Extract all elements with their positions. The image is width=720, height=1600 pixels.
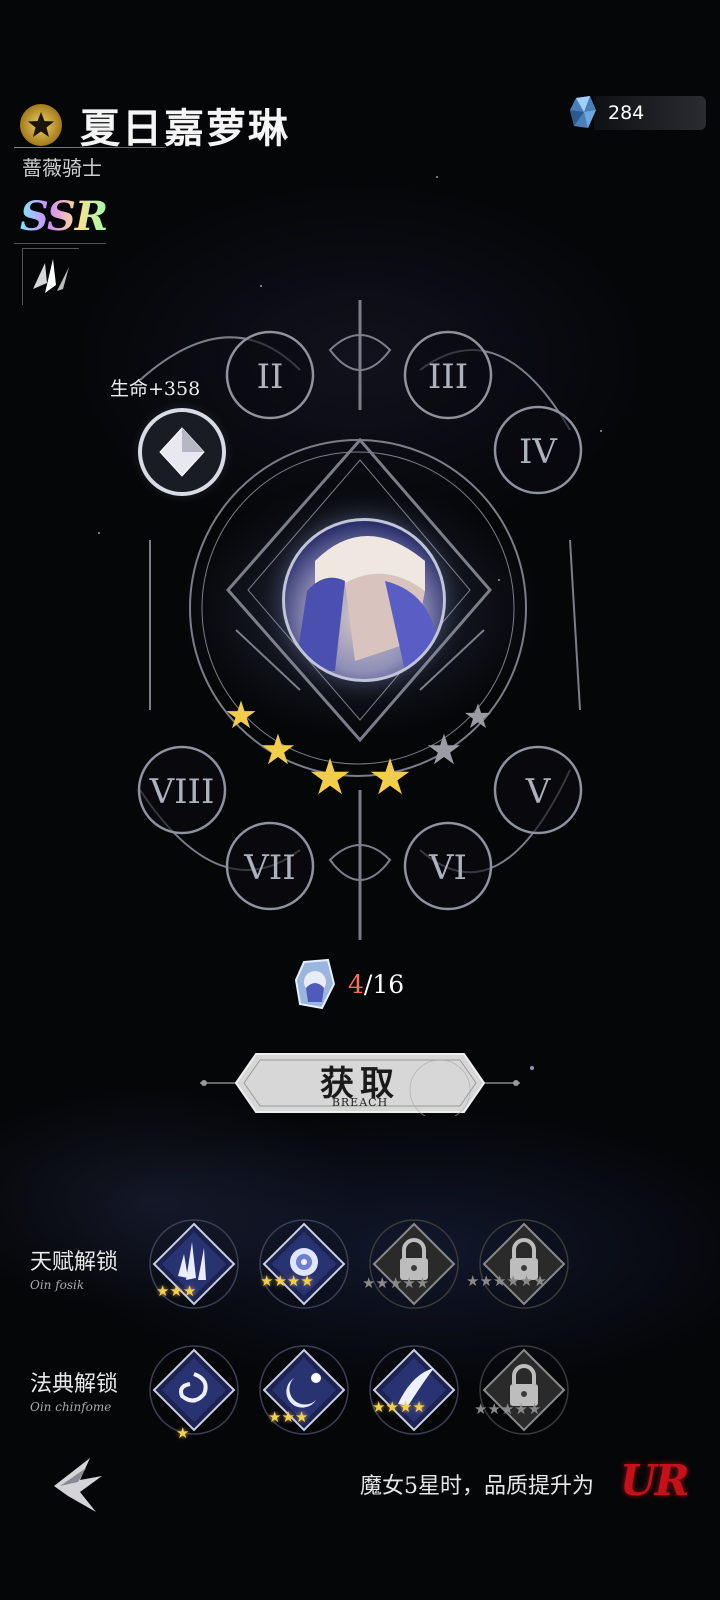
node-label-vi: VI bbox=[428, 848, 467, 888]
fragment-counter: 4/16 bbox=[294, 958, 404, 1010]
talent-unlock-label: 天赋解锁 Oin fosik bbox=[30, 1250, 119, 1292]
sparkle bbox=[530, 1066, 534, 1070]
crystal-currency-icon bbox=[570, 96, 596, 128]
obtain-button-sublabel: BREACH bbox=[331, 1096, 389, 1109]
divider bbox=[14, 147, 166, 148]
codex-skill-3[interactable]: ★★★★ bbox=[368, 1344, 460, 1436]
skill-stars: ★★★★ bbox=[372, 1398, 426, 1416]
sparkle bbox=[436, 176, 438, 178]
character-portrait[interactable] bbox=[282, 518, 446, 682]
promotion-text: 魔女5星时，品质提升为 bbox=[360, 1474, 594, 1499]
star-unlit: ★ bbox=[463, 697, 493, 737]
star-lit: ★ bbox=[308, 748, 353, 806]
node-label-iv: IV bbox=[519, 432, 558, 472]
ur-rarity-badge: UR bbox=[620, 1456, 690, 1505]
sparkle bbox=[260, 285, 262, 287]
node-label-viii: VIII bbox=[149, 772, 215, 812]
node-label-v: V bbox=[525, 772, 552, 812]
codex-skill-2[interactable]: ★★★ bbox=[258, 1344, 350, 1436]
character-shard-icon bbox=[294, 958, 336, 1010]
skill-stars: ★★★★ bbox=[260, 1272, 314, 1290]
codex-skill-4-locked[interactable]: ★★★★★ bbox=[474, 1344, 570, 1436]
node-bonus-label: 生命+358 bbox=[110, 378, 201, 400]
node-label-ii: II bbox=[257, 357, 284, 397]
back-arrow-icon bbox=[54, 1458, 102, 1512]
character-title: 蔷薇骑士 bbox=[22, 156, 102, 180]
skill-stars: ★★★★★ bbox=[474, 1400, 542, 1418]
skill-stars: ★★★★★★ bbox=[466, 1272, 547, 1290]
codex-unlock-label: 法典解锁 Oin chinfome bbox=[30, 1372, 119, 1414]
skill-stars: ★★★ bbox=[268, 1408, 309, 1426]
talent-skill-1[interactable]: ★★★ bbox=[148, 1218, 240, 1310]
obtain-button-wrapper: 获取 BREACH bbox=[200, 1050, 520, 1116]
node-label-vii: VII bbox=[243, 848, 295, 888]
skill-stars: ★★★ bbox=[156, 1282, 197, 1300]
skill-stars: ★★★★★ bbox=[362, 1274, 430, 1292]
star-lit: ★ bbox=[224, 693, 258, 737]
character-name: 夏日嘉萝琳 bbox=[80, 105, 290, 152]
star-lit: ★ bbox=[259, 725, 297, 774]
star-rank-icon bbox=[20, 104, 62, 146]
divider bbox=[14, 243, 106, 244]
obtain-button[interactable]: 获取 BREACH bbox=[236, 1052, 484, 1112]
back-button[interactable] bbox=[50, 1452, 106, 1516]
talent-skill-4-locked[interactable]: ★★★★★★ bbox=[466, 1218, 570, 1310]
currency-display[interactable]: 284 bbox=[570, 96, 706, 130]
fragment-total: /16 bbox=[363, 969, 405, 999]
node-label-iii: III bbox=[428, 357, 468, 397]
skill-stars: ★ bbox=[176, 1424, 190, 1442]
rarity-badge: SSR bbox=[20, 193, 108, 240]
star-unlit: ★ bbox=[425, 725, 463, 774]
talent-skill-3-locked[interactable]: ★★★★★ bbox=[362, 1218, 460, 1310]
codex-skill-1[interactable]: ★ bbox=[148, 1344, 240, 1441]
star-lit: ★ bbox=[368, 748, 413, 806]
currency-amount: 284 bbox=[608, 102, 645, 124]
node-i-active[interactable] bbox=[130, 400, 234, 504]
talent-skill-2[interactable]: ★★★★ bbox=[258, 1218, 350, 1310]
title-row: 夏日嘉萝琳 bbox=[20, 96, 290, 154]
fragment-current: 4 bbox=[348, 969, 364, 999]
